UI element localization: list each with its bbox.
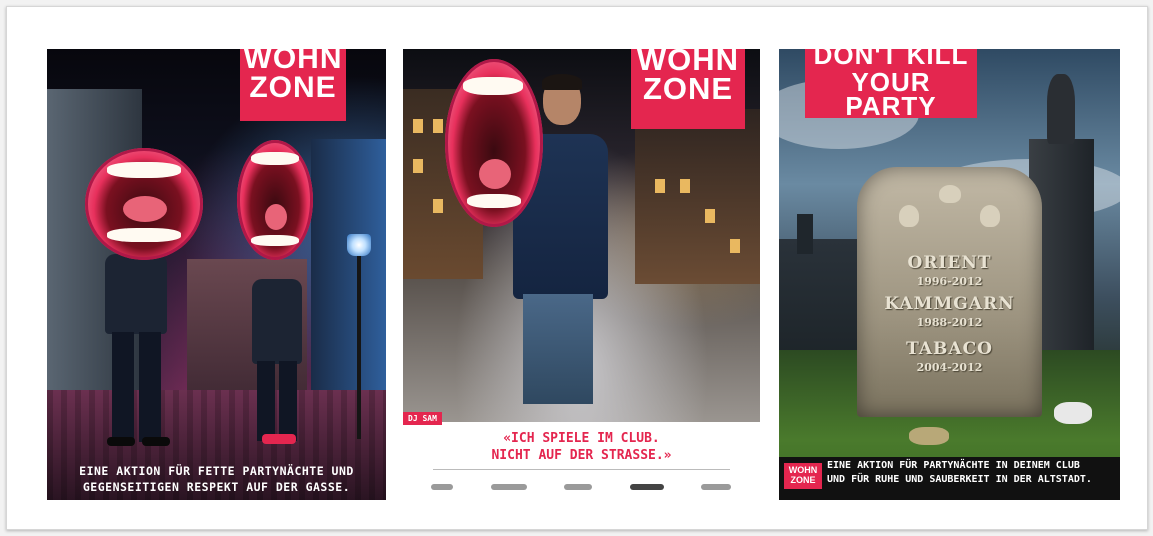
lower-teeth bbox=[251, 235, 299, 246]
lit-window bbox=[705, 209, 715, 223]
logo-line-2: ZONE bbox=[249, 70, 337, 104]
street-lamp-pole bbox=[357, 249, 361, 439]
mouth-head-left bbox=[85, 148, 203, 260]
quote-line-1: «ICH SPIELE IM CLUB. bbox=[503, 431, 660, 446]
sponsor-logo bbox=[564, 484, 592, 490]
quote-line-2: NICHT AUF DER STRASSE.» bbox=[491, 448, 672, 463]
tongue bbox=[479, 159, 511, 189]
person-left-torso bbox=[105, 254, 167, 334]
club-years-1: 1996-2012 bbox=[916, 275, 983, 288]
upper-teeth bbox=[463, 77, 523, 95]
mouth-sign bbox=[445, 59, 543, 227]
sponsor-logo bbox=[431, 484, 453, 490]
lit-window bbox=[433, 199, 443, 213]
person-left-leg bbox=[112, 332, 134, 442]
skull-icon bbox=[899, 205, 919, 227]
sponsor-logo bbox=[701, 484, 731, 490]
statue bbox=[1047, 74, 1075, 144]
club-years-2: 1988-2012 bbox=[916, 316, 983, 329]
lit-window bbox=[655, 179, 665, 193]
lower-teeth bbox=[107, 228, 181, 242]
lit-window bbox=[730, 239, 740, 253]
poster-street-mouths: WOHN ZONE EINE AKTION FÜR FETTE PARTYNÄC… bbox=[47, 49, 386, 500]
club-name-2: KAMMGARN bbox=[884, 294, 1015, 314]
lit-window bbox=[413, 119, 423, 133]
lower-teeth bbox=[467, 194, 521, 208]
person-right-leg bbox=[257, 361, 275, 441]
sponsor-logo bbox=[629, 484, 664, 490]
poster-caption: EINE AKTION FÜR PARTYNÄCHTE IN DEINEM CL… bbox=[827, 459, 1117, 487]
paper-litter bbox=[1054, 402, 1092, 424]
skull-icon bbox=[980, 205, 1000, 227]
person-left-leg bbox=[139, 332, 161, 442]
man-hair bbox=[542, 74, 582, 90]
logo-line-1: DON'T KILL bbox=[813, 49, 969, 70]
skull-icon bbox=[939, 185, 961, 203]
caption-line-2: UND FÜR RUHE UND SAUBERKEIT IN DER ALTST… bbox=[827, 474, 1092, 485]
pink-shoes bbox=[262, 434, 296, 444]
logo-line-2: YOUR PARTY bbox=[845, 66, 937, 122]
shoe bbox=[107, 437, 135, 446]
wohnzone-logo: WOHN ZONE bbox=[240, 49, 346, 121]
building-right bbox=[311, 139, 386, 419]
tongue bbox=[123, 196, 167, 222]
mouth-head-right bbox=[237, 140, 313, 260]
caption-line-2: GEGENSEITIGEN RESPEKT AUF DER GASSE. bbox=[82, 480, 351, 494]
club-name-3: TABACO bbox=[906, 339, 993, 359]
man-jeans bbox=[523, 294, 593, 404]
poster-graveyard: ORIENT 1996-2012 KAMMGARN 1988-2012 TABA… bbox=[779, 49, 1120, 500]
tombstone: ORIENT 1996-2012 KAMMGARN 1988-2012 TABA… bbox=[857, 167, 1042, 417]
rock bbox=[909, 427, 949, 445]
dj-quote: «ICH SPIELE IM CLUB. NICHT AUF DER STRAS… bbox=[403, 430, 760, 464]
dj-name-tag: DJ SAM bbox=[403, 412, 442, 425]
poster-dj: WOHN ZONE DJ SAM «ICH SPIELE IM CLUB. NI… bbox=[403, 49, 760, 500]
mini-logo-line-1: WOHN bbox=[788, 465, 818, 475]
wohnzone-logo: WOHN ZONE bbox=[631, 49, 745, 129]
dont-kill-your-party-logo: DON'T KILL YOUR PARTY bbox=[805, 49, 977, 122]
tongue bbox=[265, 204, 287, 230]
poster-caption: EINE AKTION FÜR FETTE PARTYNÄCHTE UND GE… bbox=[47, 463, 386, 495]
lit-window bbox=[680, 179, 690, 193]
divider bbox=[433, 469, 730, 470]
logo-line-2: ZONE bbox=[642, 71, 734, 107]
upper-teeth bbox=[251, 152, 299, 165]
lit-window bbox=[413, 159, 423, 173]
upper-teeth bbox=[107, 162, 181, 178]
mini-logo-line-2: ZONE bbox=[790, 475, 816, 485]
person-right-torso bbox=[252, 279, 302, 364]
sponsor-logos bbox=[431, 476, 731, 498]
street-lamp-light bbox=[347, 234, 371, 256]
club-years-3: 2004-2012 bbox=[916, 361, 983, 374]
person-right-leg bbox=[279, 361, 297, 441]
tower bbox=[797, 214, 813, 254]
logo-line-1: WOHN bbox=[243, 49, 343, 75]
building-right bbox=[635, 109, 760, 284]
shoe bbox=[142, 437, 170, 446]
caption-line-1: EINE AKTION FÜR FETTE PARTYNÄCHTE UND bbox=[79, 464, 354, 478]
wohnzone-mini-logo: WOHN ZONE bbox=[784, 463, 822, 489]
caption-line-1: EINE AKTION FÜR PARTYNÄCHTE IN DEINEM CL… bbox=[827, 460, 1080, 471]
sponsor-logo bbox=[490, 484, 527, 490]
lit-window bbox=[433, 119, 443, 133]
club-name-1: ORIENT bbox=[907, 253, 992, 273]
